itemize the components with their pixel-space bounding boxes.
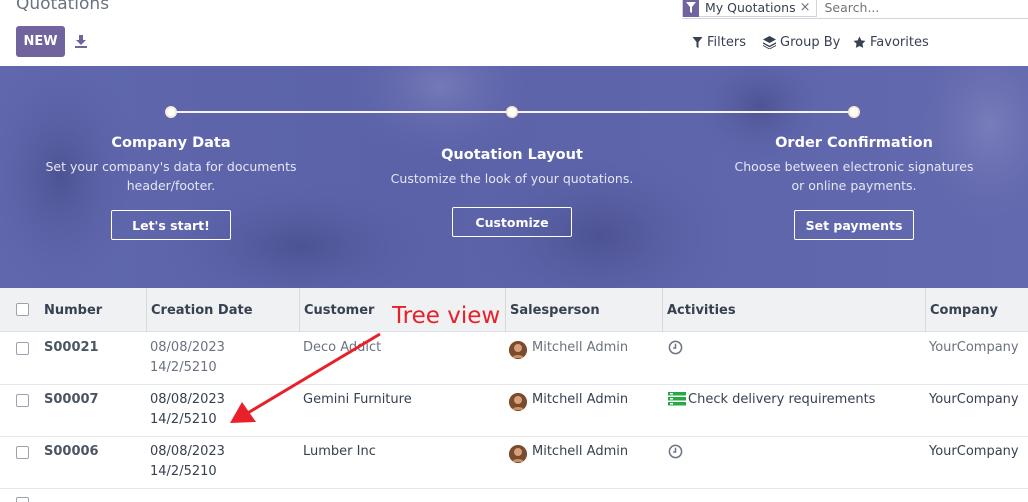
facet-remove-icon[interactable]: ×: [800, 0, 816, 15]
step-title: Order Confirmation: [775, 135, 933, 151]
annotation-label: Tree view: [392, 303, 501, 329]
company-name: YourCompany: [929, 392, 1019, 407]
annotation-arrow: [230, 332, 381, 423]
facet-label: My Quotations: [705, 0, 796, 15]
page-title: Quotations: [16, 0, 110, 14]
column-header-creation-date[interactable]: Creation Date: [146, 288, 300, 332]
step-dot-3: [848, 106, 860, 118]
group-by-label: Group By: [780, 34, 841, 50]
onboarding-banner: Company Data Set your company's data for…: [0, 66, 1028, 288]
salesperson-name: Mitchell Admin: [532, 444, 629, 459]
favorites-label: Favorites: [870, 34, 929, 50]
table-row[interactable]: S00006 08/08/2023 14/2/5210 Lumber Inc M…: [0, 437, 1028, 489]
new-button[interactable]: NEW: [16, 26, 65, 57]
table-row[interactable]: [0, 489, 1028, 502]
row-checkbox[interactable]: [16, 497, 29, 502]
row-checkbox[interactable]: [16, 394, 29, 407]
creation-date: 08/08/2023 14/2/5210: [150, 338, 225, 378]
step-company-data: Company Data Set your company's data for…: [31, 135, 311, 195]
table-header: Number Creation Date Customer Salesperso…: [0, 288, 1028, 332]
column-header-company[interactable]: Company: [925, 288, 1028, 332]
quotation-number: S00021: [44, 340, 99, 355]
company-name: YourCompany: [929, 340, 1019, 355]
quotation-number: S00007: [44, 392, 99, 407]
quotation-number: S00006: [44, 444, 99, 459]
download-icon[interactable]: [74, 33, 90, 49]
filters-button[interactable]: Filters: [692, 33, 746, 51]
column-header-salesperson[interactable]: Salesperson: [505, 288, 663, 332]
clock-icon[interactable]: [668, 340, 683, 362]
creation-date-value: 14/2/5210: [150, 464, 217, 479]
step-dot-1: [165, 106, 177, 118]
creation-date-value: 14/2/5210: [150, 412, 217, 427]
search-facet: My Quotations ×: [682, 0, 817, 17]
creation-date-value: 08/08/2023: [150, 444, 225, 459]
group-by-button[interactable]: Group By: [763, 33, 840, 51]
step-dot-2: [506, 106, 518, 118]
filter-icon: [683, 0, 699, 17]
avatar: [509, 445, 527, 463]
creation-date-value: 08/08/2023: [150, 392, 225, 407]
search-input[interactable]: [824, 0, 1005, 15]
todo-list-icon[interactable]: [668, 392, 686, 413]
step-description-line: Choose between electronic signatures: [734, 159, 974, 174]
step-description-line: Set your company's data for documents: [45, 159, 297, 174]
filter-icon: [692, 36, 703, 48]
filters-label: Filters: [707, 34, 746, 50]
step-description-line: Customize the look of your quotations.: [390, 171, 634, 186]
creation-date: 08/08/2023 14/2/5210: [150, 390, 225, 430]
table-row[interactable]: S00021 08/08/2023 14/2/5210 Deco Addict …: [0, 333, 1028, 385]
company-name: YourCompany: [929, 444, 1019, 459]
step-order-confirmation: Order Confirmation Choose between electr…: [714, 135, 994, 195]
avatar: [509, 393, 527, 411]
salesperson-name: Mitchell Admin: [532, 340, 629, 355]
step-description: Customize the look of your quotations.: [372, 169, 652, 188]
layers-icon: [763, 35, 776, 49]
row-checkbox[interactable]: [16, 446, 29, 459]
creation-date-value: 08/08/2023: [150, 340, 225, 355]
step-description-line: or online payments.: [791, 178, 917, 193]
column-header-activities[interactable]: Activities: [662, 288, 926, 332]
search-bar: My Quotations ×: [682, 0, 1028, 19]
salesperson-name: Mitchell Admin: [532, 392, 629, 407]
customize-button[interactable]: Customize: [452, 207, 572, 237]
favorites-button[interactable]: Favorites: [853, 33, 929, 51]
avatar: [509, 341, 527, 359]
select-all-checkbox[interactable]: [16, 303, 29, 316]
row-checkbox[interactable]: [16, 342, 29, 355]
step-description: Choose between electronic signatures or …: [714, 157, 994, 195]
customer-name: Lumber Inc: [303, 444, 376, 459]
activity-summary[interactable]: Check delivery requirements: [688, 390, 875, 410]
column-header-number[interactable]: Number: [40, 288, 147, 332]
star-icon: [853, 36, 866, 48]
creation-date-value: 14/2/5210: [150, 360, 217, 375]
lets-start-button[interactable]: Let's start!: [111, 210, 231, 240]
step-quotation-layout: Quotation Layout Customize the look of y…: [372, 147, 652, 188]
table-row[interactable]: S00007 08/08/2023 14/2/5210 Gemini Furni…: [0, 385, 1028, 437]
clock-icon[interactable]: [668, 444, 683, 466]
step-description-line: header/footer.: [126, 178, 216, 193]
step-title: Company Data: [111, 135, 231, 151]
step-title: Quotation Layout: [441, 147, 583, 163]
step-description: Set your company's data for documents he…: [31, 157, 311, 195]
set-payments-button[interactable]: Set payments: [794, 210, 914, 240]
creation-date: 08/08/2023 14/2/5210: [150, 442, 225, 482]
